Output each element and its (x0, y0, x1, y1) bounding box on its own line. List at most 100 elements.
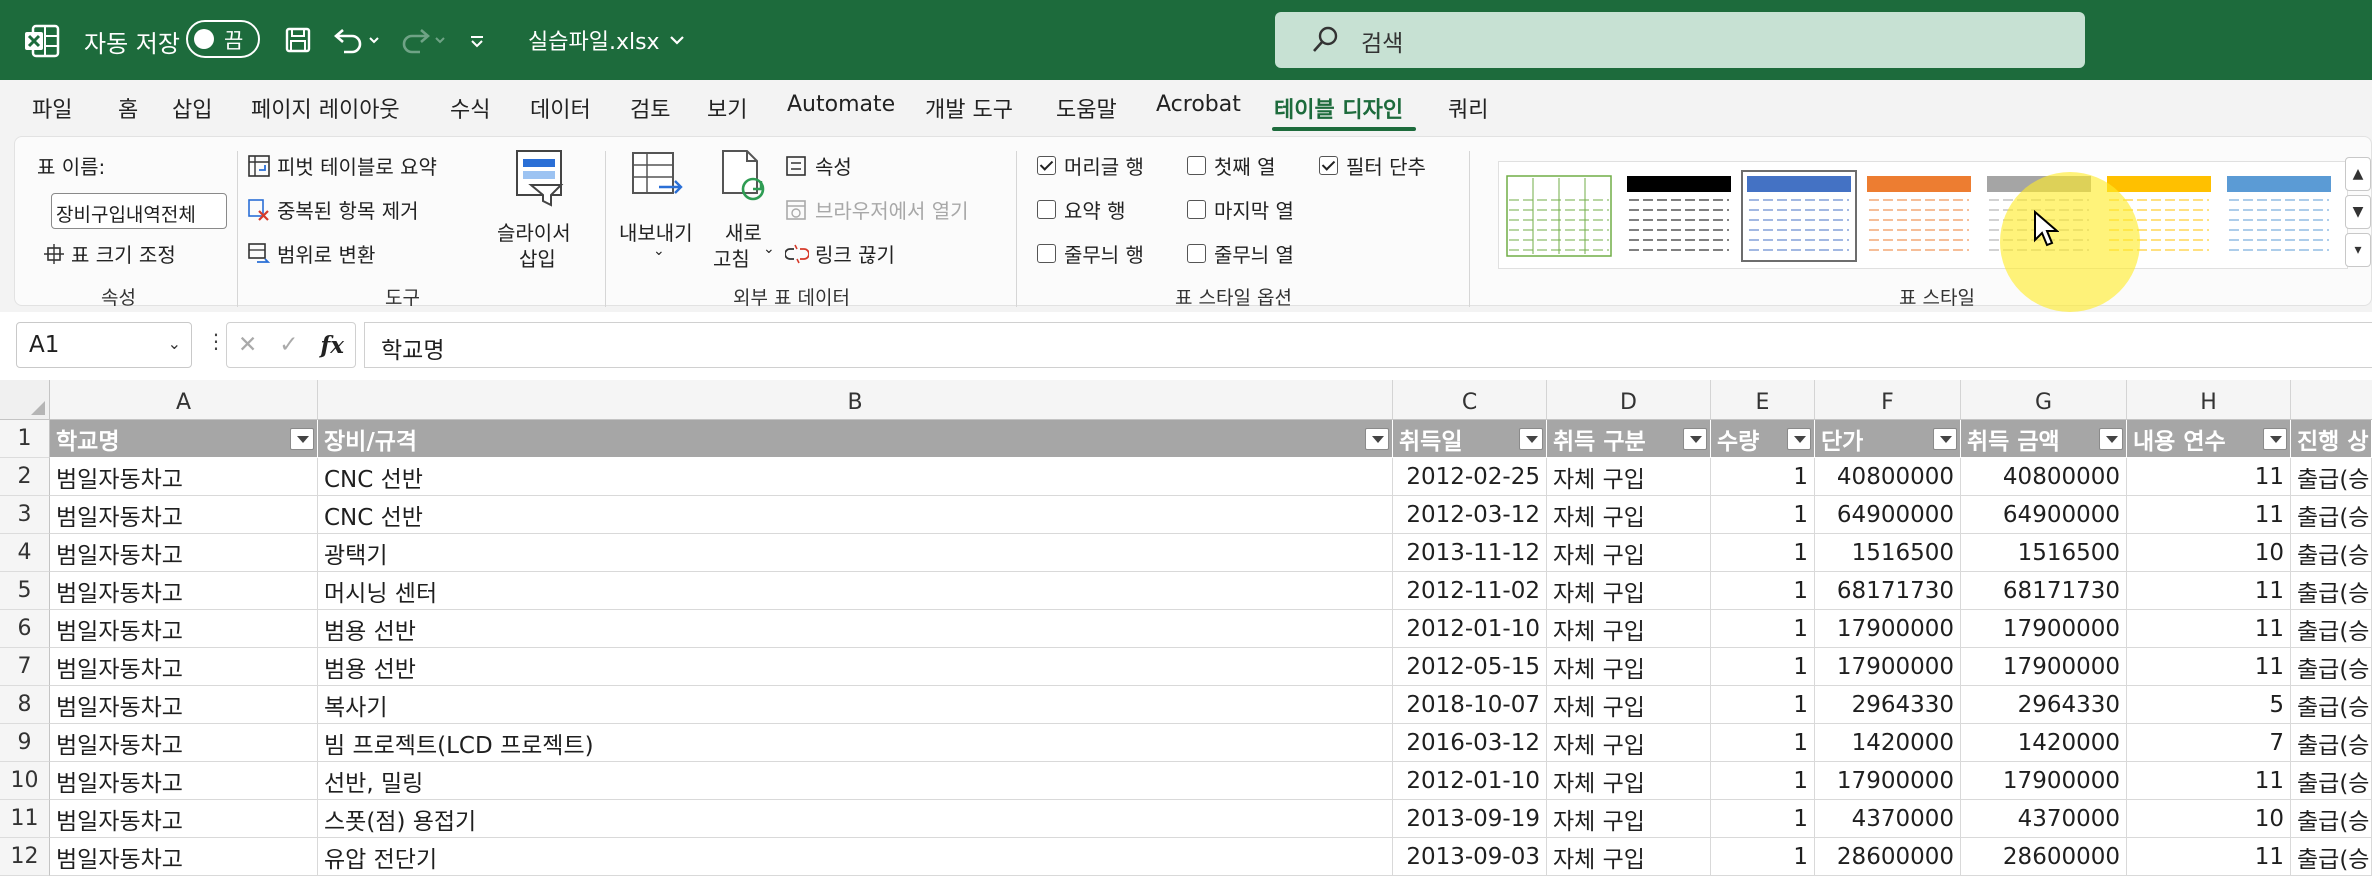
cell[interactable]: 출급(승 (2291, 724, 2372, 762)
cell[interactable]: 2012-01-10 (1393, 610, 1547, 648)
banded-columns-checkbox[interactable]: 줄무늬 열 (1187, 239, 1294, 268)
table-style-swatch[interactable] (1625, 174, 1733, 258)
row-number[interactable]: 2 (0, 458, 50, 496)
checkbox[interactable] (1037, 244, 1056, 263)
tab-review[interactable]: 검토 (630, 92, 670, 124)
filter-button-checkbox[interactable]: 필터 단추 (1319, 151, 1426, 180)
tab-insert[interactable]: 삽입 (172, 92, 212, 124)
gallery-up-icon[interactable]: ▲ (2345, 157, 2371, 191)
header-cell[interactable]: 취득일 (1393, 420, 1547, 458)
cell[interactable]: 11 (2127, 838, 2291, 876)
tab-file[interactable]: 파일 (32, 92, 72, 124)
name-box[interactable]: A1 ⌄ (16, 322, 192, 368)
column-header-h[interactable]: H (2127, 380, 2291, 420)
cell[interactable]: 2012-03-12 (1393, 496, 1547, 534)
cell[interactable]: CNC 선반 (318, 496, 1393, 534)
checkbox[interactable] (1319, 156, 1338, 175)
cell[interactable]: 7 (2127, 724, 2291, 762)
cell[interactable]: 출급(승 (2291, 534, 2372, 572)
row-number[interactable]: 8 (0, 686, 50, 724)
cell[interactable]: 스폿(점) 용접기 (318, 800, 1393, 838)
cell[interactable]: 자체 구입 (1547, 496, 1711, 534)
cell[interactable]: 2013-11-12 (1393, 534, 1547, 572)
filter-dropdown-icon[interactable] (1683, 428, 1707, 450)
cell[interactable]: 광택기 (318, 534, 1393, 572)
cell[interactable]: 11 (2127, 458, 2291, 496)
undo-icon[interactable] (326, 20, 386, 60)
convert-to-range-button[interactable]: 범위로 변환 (247, 239, 375, 268)
formula-input[interactable]: 학교명 (364, 322, 2372, 368)
cell[interactable]: 복사기 (318, 686, 1393, 724)
row-number[interactable]: 4 (0, 534, 50, 572)
cell[interactable]: 11 (2127, 762, 2291, 800)
cell[interactable]: 범일자동차고 (50, 496, 318, 534)
cell[interactable]: 1 (1711, 800, 1815, 838)
cell[interactable]: 범일자동차고 (50, 610, 318, 648)
cell[interactable]: 범일자동차고 (50, 534, 318, 572)
tab-help[interactable]: 도움말 (1056, 92, 1117, 124)
header-cell[interactable]: 학교명 (50, 420, 318, 458)
last-column-checkbox[interactable]: 마지막 열 (1187, 195, 1294, 224)
save-icon[interactable] (278, 20, 318, 60)
cell[interactable]: 1 (1711, 648, 1815, 686)
cell[interactable]: 자체 구입 (1547, 686, 1711, 724)
cell[interactable]: 17900000 (1961, 648, 2127, 686)
cell[interactable]: 2012-01-10 (1393, 762, 1547, 800)
filter-dropdown-icon[interactable] (2263, 428, 2287, 450)
row-number[interactable]: 3 (0, 496, 50, 534)
checkbox[interactable] (1187, 244, 1206, 263)
cell[interactable]: 64900000 (1815, 496, 1961, 534)
table-name-input[interactable]: 장비구입내역전체 (51, 193, 227, 229)
tab-formulas[interactable]: 수식 (450, 92, 490, 124)
cell[interactable]: 64900000 (1961, 496, 2127, 534)
checkbox[interactable] (1037, 156, 1056, 175)
cell[interactable]: 17900000 (1815, 762, 1961, 800)
header-row-checkbox[interactable]: 머리글 행 (1037, 151, 1144, 180)
cell[interactable]: 범용 선반 (318, 648, 1393, 686)
cell[interactable]: 1 (1711, 838, 1815, 876)
cell[interactable]: 1516500 (1961, 534, 2127, 572)
cell[interactable]: 1420000 (1961, 724, 2127, 762)
row-number[interactable]: 11 (0, 800, 50, 838)
total-row-checkbox[interactable]: 요약 행 (1037, 195, 1126, 224)
cell[interactable]: 40800000 (1961, 458, 2127, 496)
filter-dropdown-icon[interactable] (290, 428, 314, 450)
column-header-e[interactable]: E (1711, 380, 1815, 420)
cell[interactable]: 11 (2127, 610, 2291, 648)
customize-toolbar-icon[interactable] (460, 20, 494, 60)
cell[interactable]: 1420000 (1815, 724, 1961, 762)
more-options-icon[interactable]: ⋮ (206, 329, 226, 353)
cell[interactable]: 자체 구입 (1547, 762, 1711, 800)
cell[interactable]: 17900000 (1961, 762, 2127, 800)
header-cell[interactable]: 수량 (1711, 420, 1815, 458)
cell[interactable]: 자체 구입 (1547, 610, 1711, 648)
table-style-swatch[interactable] (2225, 174, 2333, 258)
column-header-b[interactable]: B (318, 380, 1393, 420)
cell[interactable]: 10 (2127, 800, 2291, 838)
checkbox[interactable] (1187, 156, 1206, 175)
checkbox[interactable] (1037, 200, 1056, 219)
cell[interactable]: 11 (2127, 648, 2291, 686)
properties-button[interactable]: 속성 (785, 151, 852, 180)
resize-table-button[interactable]: 표 크기 조정 (43, 239, 176, 268)
cell[interactable]: 출급(승 (2291, 762, 2372, 800)
filter-dropdown-icon[interactable] (1787, 428, 1811, 450)
cell[interactable]: 68171730 (1815, 572, 1961, 610)
filter-dropdown-icon[interactable] (2099, 428, 2123, 450)
cell[interactable]: 17900000 (1815, 648, 1961, 686)
cell[interactable]: 1 (1711, 572, 1815, 610)
column-header-d[interactable]: D (1547, 380, 1711, 420)
gallery-down-icon[interactable]: ▼ (2345, 195, 2371, 229)
cell[interactable]: 범일자동차고 (50, 724, 318, 762)
cell[interactable]: 2012-11-02 (1393, 572, 1547, 610)
cell[interactable]: 출급(승 (2291, 800, 2372, 838)
remove-duplicates-button[interactable]: 중복된 항목 제거 (247, 195, 419, 224)
cell[interactable]: 1 (1711, 724, 1815, 762)
column-header-f[interactable]: F (1815, 380, 1961, 420)
cell[interactable]: 자체 구입 (1547, 648, 1711, 686)
cell[interactable]: 1 (1711, 458, 1815, 496)
tab-page-layout[interactable]: 페이지 레이아웃 (251, 92, 400, 124)
cell[interactable]: 1 (1711, 534, 1815, 572)
cell[interactable]: 출급(승 (2291, 686, 2372, 724)
cell[interactable]: 5 (2127, 686, 2291, 724)
